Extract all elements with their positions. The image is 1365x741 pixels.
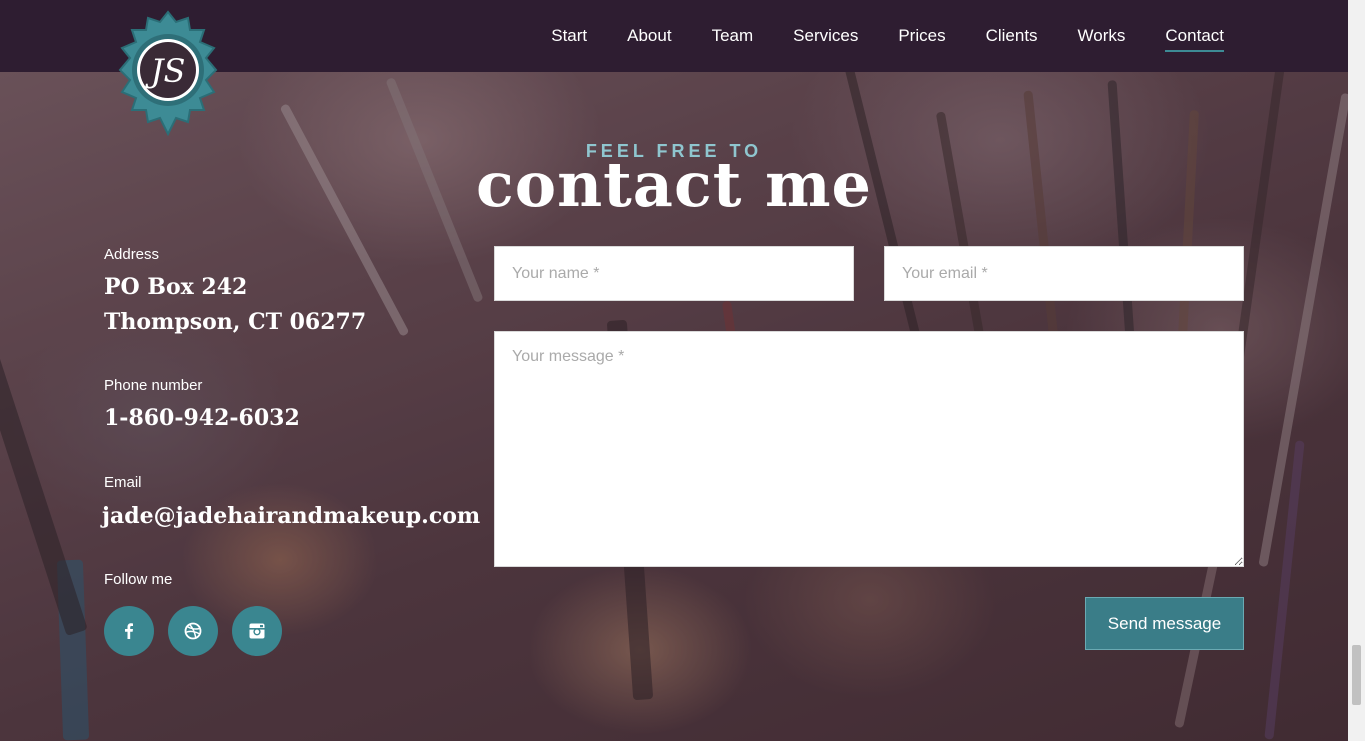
phone-label: Phone number bbox=[104, 377, 203, 394]
section-title: contact me bbox=[475, 148, 873, 221]
nav-about[interactable]: About bbox=[627, 20, 671, 52]
nav-services[interactable]: Services bbox=[793, 20, 858, 52]
address-label: Address bbox=[104, 246, 160, 263]
nav-clients[interactable]: Clients bbox=[986, 20, 1038, 52]
email-label: Email bbox=[104, 474, 142, 491]
dribbble-icon bbox=[184, 622, 202, 640]
site-logo[interactable]: JS bbox=[116, 10, 220, 137]
email-address[interactable]: jade@jadehairandmakeup.com bbox=[102, 499, 480, 534]
nav-team[interactable]: Team bbox=[712, 20, 754, 52]
nav-contact[interactable]: Contact bbox=[1165, 20, 1224, 52]
message-textarea[interactable] bbox=[494, 331, 1244, 567]
dribbble-button[interactable] bbox=[168, 606, 218, 656]
email-input[interactable] bbox=[884, 246, 1244, 301]
phone-number[interactable]: 1-860-942-6032 bbox=[104, 401, 300, 436]
address-line-1: PO Box 242 bbox=[104, 274, 248, 300]
instagram-button[interactable] bbox=[232, 606, 282, 656]
instagram-icon bbox=[249, 623, 265, 639]
name-input[interactable] bbox=[494, 246, 854, 301]
nav-prices[interactable]: Prices bbox=[898, 20, 945, 52]
address-line-2: Thompson, CT 06277 bbox=[104, 309, 367, 335]
page-scrollbar[interactable] bbox=[1348, 0, 1365, 741]
scrollbar-thumb[interactable] bbox=[1352, 645, 1361, 705]
follow-label: Follow me bbox=[104, 571, 173, 588]
nav-start[interactable]: Start bbox=[551, 20, 587, 52]
social-links bbox=[104, 606, 282, 656]
nav-works[interactable]: Works bbox=[1078, 20, 1126, 52]
logo-monogram: JS bbox=[145, 52, 186, 90]
facebook-icon bbox=[125, 623, 133, 639]
send-message-button[interactable]: Send message bbox=[1085, 597, 1244, 650]
main-nav: Start About Team Services Prices Clients… bbox=[511, 0, 1224, 72]
facebook-button[interactable] bbox=[104, 606, 154, 656]
